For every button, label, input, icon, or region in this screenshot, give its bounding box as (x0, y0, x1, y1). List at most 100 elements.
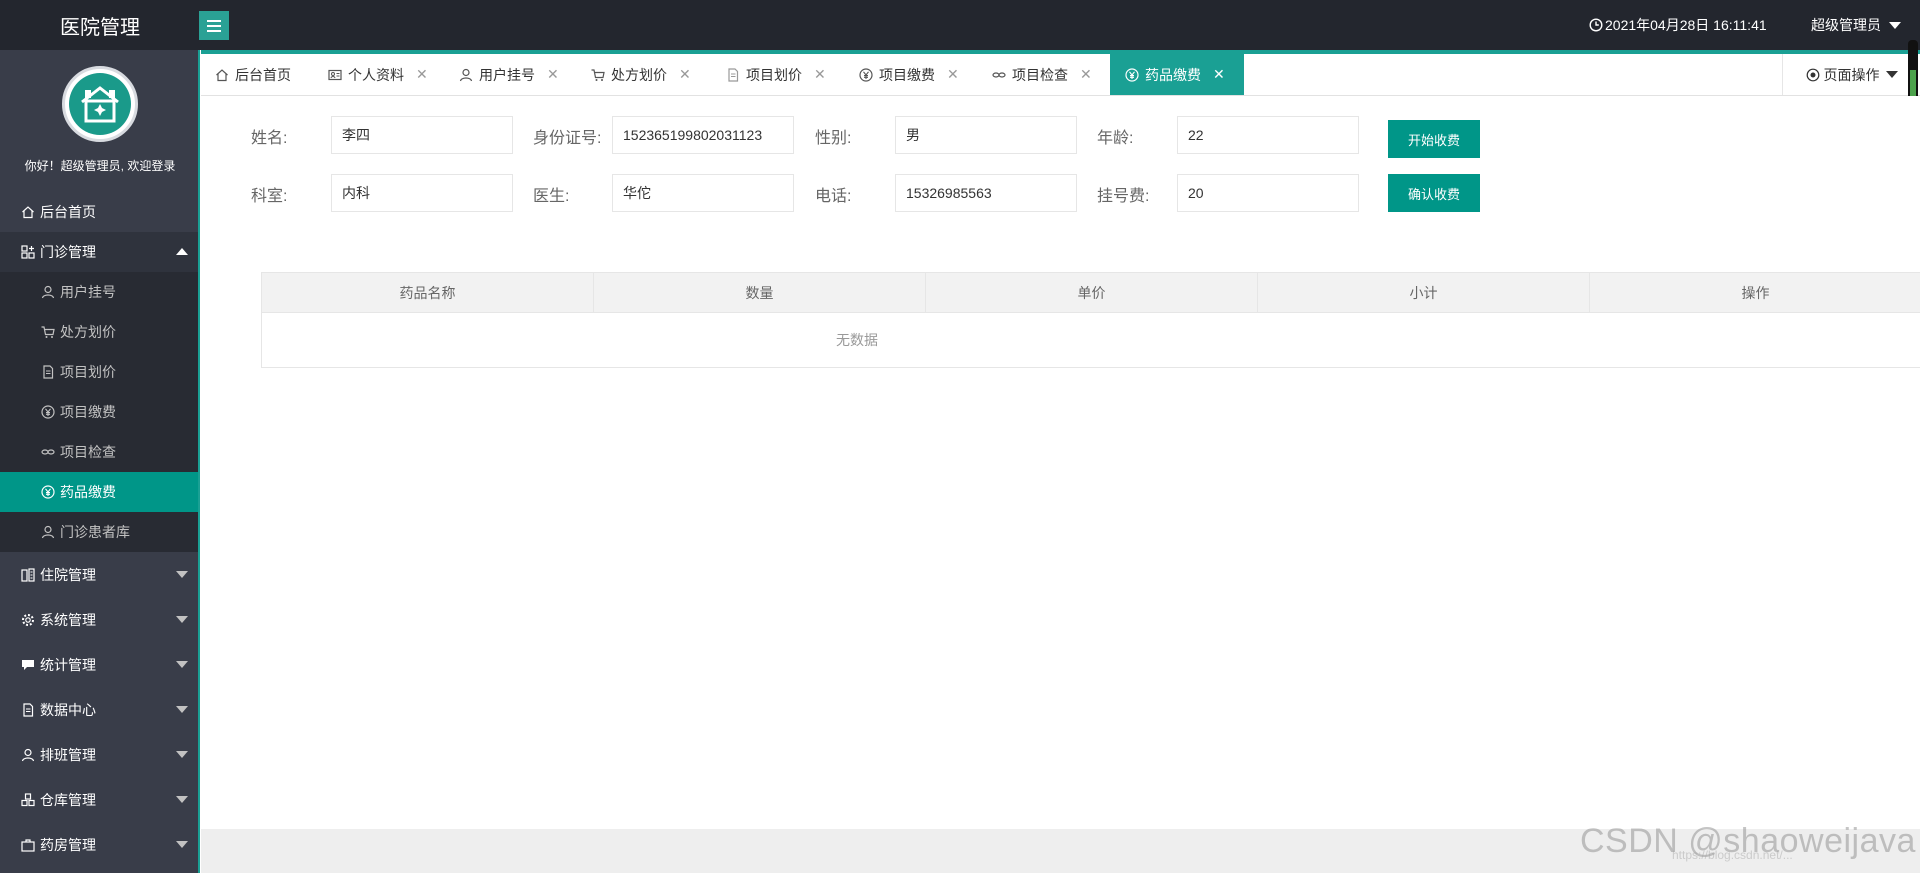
pharmacy-icon (20, 837, 36, 853)
column-header: 单价 (926, 273, 1258, 313)
sidebar-item-patient-library[interactable]: 门诊患者库 (0, 512, 198, 552)
start-charge-button[interactable]: 开始收费 (1388, 120, 1480, 158)
tab-profile[interactable]: 个人资料 ✕ (328, 54, 428, 95)
phone-input[interactable] (895, 174, 1077, 212)
chevron-down-icon (176, 796, 188, 803)
tab-home[interactable]: 后台首页 (215, 54, 291, 95)
sidebar-item-registration[interactable]: 用户挂号 (0, 272, 198, 312)
link-icon (992, 68, 1006, 82)
chat-icon (20, 657, 36, 673)
chevron-up-icon (176, 248, 188, 255)
tab-item-pricing[interactable]: 项目划价 ✕ (726, 54, 826, 95)
header-clock: 2021年04月28日 16:11:41 (1589, 0, 1767, 50)
age-input[interactable] (1177, 116, 1359, 154)
sidebar-item-drug-payment[interactable]: 药品缴费 (0, 472, 198, 512)
home-icon (20, 204, 36, 220)
confirm-charge-button[interactable]: 确认收费 (1388, 174, 1480, 212)
sidebar-group-label: 仓库管理 (40, 791, 96, 808)
sidebar-item-prescription-pricing[interactable]: 处方划价 (0, 312, 198, 352)
watermark-url: https://blog.csdn.net/... (1672, 848, 1793, 862)
sidebar-group-pharmacy[interactable]: 药房管理 (0, 822, 198, 867)
yen-icon (1125, 67, 1139, 82)
department-input[interactable] (331, 174, 513, 212)
doctor-input[interactable] (612, 174, 794, 212)
sidebar-group-label: 门诊管理 (40, 244, 96, 260)
id-card-icon (328, 68, 342, 82)
tab-label: 后台首页 (235, 66, 291, 83)
sidebar-group-outpatient[interactable]: 门诊管理 (0, 232, 198, 272)
user-menu[interactable]: 超级管理员 (1811, 0, 1901, 50)
age-label: 年龄: (1097, 130, 1134, 147)
tab-label: 药品缴费 (1145, 66, 1201, 83)
menu-toggle-button[interactable] (199, 11, 229, 40)
tab-prescription-pricing[interactable]: 处方划价 ✕ (591, 54, 691, 95)
cart-icon (591, 68, 605, 82)
sidebar-group-inpatient[interactable]: 住院管理 (0, 552, 198, 597)
main-content: 姓名: 身份证号: 性别: 年龄: 开始收费 科室: 医生: 电话: 挂号费: … (201, 96, 1920, 829)
hospital-logo-icon (69, 73, 131, 135)
yen-icon (40, 404, 56, 420)
sidebar-group-warehouse[interactable]: 仓库管理 (0, 777, 198, 822)
sidebar-group-system[interactable]: 系统管理 (0, 597, 198, 642)
sidebar-item-item-pricing[interactable]: 项目划价 (0, 352, 198, 392)
gear-icon (20, 612, 36, 628)
doctor-label: 医生: (533, 188, 570, 205)
sidebar: 你好！超级管理员, 欢迎登录 后台首页 门诊管理 用户挂号 处方划价 项目划价 (0, 50, 200, 873)
sidebar-group-label: 数据中心 (40, 701, 96, 718)
sidebar-group-label: 系统管理 (40, 611, 96, 628)
tab-label: 处方划价 (611, 66, 667, 83)
chevron-down-icon (176, 706, 188, 713)
tab-label: 个人资料 (348, 66, 404, 83)
close-icon[interactable]: ✕ (416, 66, 428, 83)
yen-icon (859, 67, 873, 82)
tab-registration[interactable]: 用户挂号 ✕ (459, 54, 559, 95)
sidebar-item-item-payment[interactable]: 项目缴费 (0, 392, 198, 432)
close-icon[interactable]: ✕ (547, 66, 559, 83)
sidebar-group-label: 排班管理 (40, 746, 96, 763)
tab-drug-payment[interactable]: 药品缴费 ✕ (1110, 54, 1244, 95)
drug-table: 药品名称 数量 单价 小计 操作 无数据 (261, 272, 1920, 368)
close-icon[interactable]: ✕ (679, 66, 691, 83)
page-operations-dropdown[interactable]: 页面操作 (1782, 54, 1920, 95)
close-icon[interactable]: ✕ (947, 66, 959, 83)
chevron-down-icon (1889, 21, 1901, 29)
user-icon (459, 68, 473, 82)
cart-icon (40, 324, 56, 340)
table-header: 药品名称 数量 单价 小计 操作 (262, 273, 1920, 313)
chevron-down-icon (176, 751, 188, 758)
tab-item-check[interactable]: 项目检查 ✕ (992, 54, 1092, 95)
close-icon[interactable]: ✕ (1080, 66, 1092, 83)
building-icon (20, 567, 36, 583)
sidebar-group-label: 住院管理 (40, 566, 96, 583)
chevron-down-icon (176, 841, 188, 848)
tab-label: 用户挂号 (479, 66, 535, 83)
avatar (62, 66, 138, 142)
name-label: 姓名: (251, 130, 288, 147)
sidebar-item-home[interactable]: 后台首页 (0, 192, 198, 232)
sidebar-item-label: 门诊患者库 (60, 524, 130, 540)
department-label: 科室: (251, 188, 288, 205)
column-header: 操作 (1590, 273, 1920, 313)
sidebar-group-statistics[interactable]: 统计管理 (0, 642, 198, 687)
sidebar-item-item-check[interactable]: 项目检查 (0, 432, 198, 472)
id-number-input[interactable] (612, 116, 794, 154)
sidebar-item-label: 用户挂号 (60, 284, 116, 300)
home-icon (215, 68, 229, 82)
top-header: 医院管理 2021年04月28日 16:11:41 超级管理员 (0, 0, 1920, 50)
grid-plus-icon (20, 244, 36, 260)
close-icon[interactable]: ✕ (1213, 66, 1225, 83)
tab-item-payment[interactable]: 项目缴费 ✕ (859, 54, 959, 95)
warehouse-icon (20, 792, 36, 808)
sidebar-group-label: 统计管理 (40, 656, 96, 673)
sidebar-group-scheduling[interactable]: 排班管理 (0, 732, 198, 777)
name-input[interactable] (331, 116, 513, 154)
chevron-down-icon (176, 661, 188, 668)
registration-fee-input[interactable] (1177, 174, 1359, 212)
gender-input[interactable] (895, 116, 1077, 154)
gender-label: 性别: (815, 130, 852, 147)
close-icon[interactable]: ✕ (814, 66, 826, 83)
chevron-down-icon (176, 616, 188, 623)
sidebar-item-label: 后台首页 (40, 204, 96, 220)
sidebar-group-data-center[interactable]: 数据中心 (0, 687, 198, 732)
target-icon (1806, 68, 1819, 81)
